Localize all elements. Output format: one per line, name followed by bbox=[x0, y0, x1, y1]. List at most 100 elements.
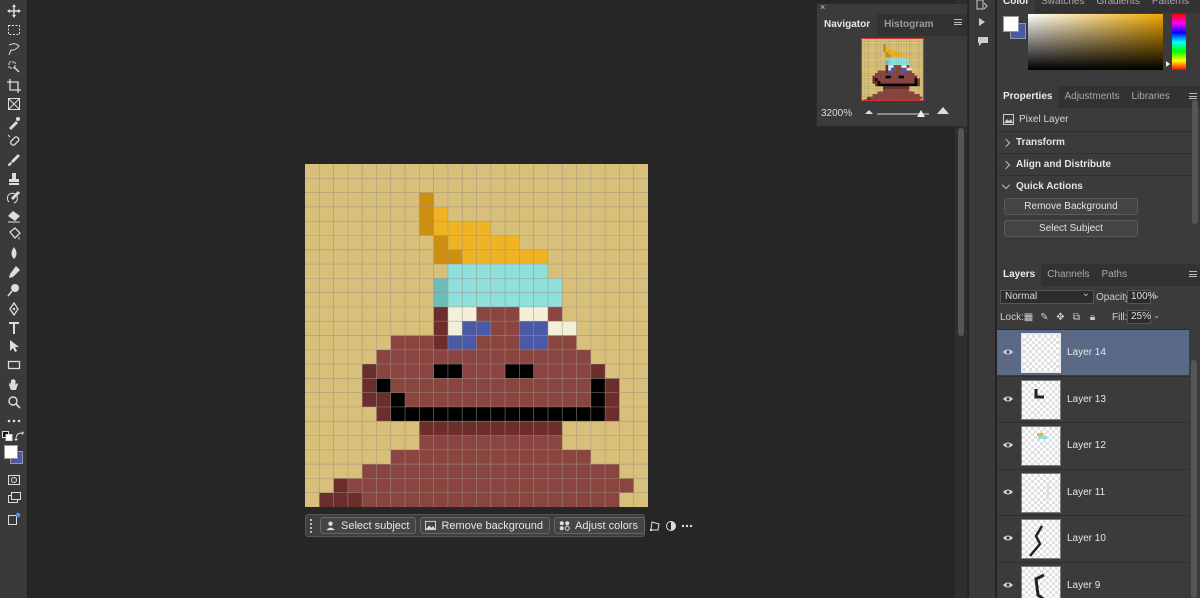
hand-icon[interactable] bbox=[5, 376, 23, 392]
healing-brush-icon[interactable] bbox=[5, 133, 23, 149]
lock-transparent-icon[interactable]: ▦ bbox=[1023, 312, 1034, 323]
layers-scrollbar[interactable] bbox=[1191, 360, 1197, 598]
panel-menu-icon[interactable] bbox=[1189, 271, 1197, 277]
layer-name[interactable]: Layer 9 bbox=[1067, 580, 1100, 591]
fill-dropdown-icon[interactable]: ⌄ bbox=[1151, 310, 1162, 324]
zoom-icon[interactable] bbox=[5, 394, 23, 410]
close-icon[interactable]: × bbox=[820, 2, 825, 12]
actions-icon[interactable] bbox=[977, 17, 987, 27]
tab-histogram[interactable]: Histogram bbox=[877, 14, 940, 36]
crop-icon[interactable] bbox=[5, 78, 23, 94]
layer-row[interactable]: Layer 11 bbox=[997, 468, 1189, 515]
visibility-eye-icon[interactable] bbox=[1003, 534, 1013, 542]
pen-icon[interactable] bbox=[5, 301, 23, 317]
visibility-eye-icon[interactable] bbox=[1003, 395, 1013, 403]
clone-stamp-icon[interactable] bbox=[5, 171, 23, 187]
select-subject-button[interactable]: Select subject bbox=[320, 517, 417, 534]
navigator-preview[interactable] bbox=[861, 38, 924, 101]
tab-layers[interactable]: Layers bbox=[997, 264, 1042, 286]
layer-thumbnail[interactable] bbox=[1021, 519, 1061, 559]
hue-slider[interactable] bbox=[1172, 14, 1186, 70]
more-tools-icon[interactable] bbox=[5, 413, 23, 429]
tab-navigator[interactable]: Navigator bbox=[817, 14, 878, 36]
layer-row[interactable]: Layer 14 bbox=[997, 329, 1189, 375]
mask-icon[interactable] bbox=[665, 517, 677, 534]
tab-properties[interactable]: Properties bbox=[997, 86, 1059, 108]
tab-adjustments[interactable]: Adjustments bbox=[1058, 86, 1125, 108]
layer-thumbnail[interactable] bbox=[1021, 379, 1061, 420]
opacity-dropdown-icon[interactable]: ⌄ bbox=[1151, 290, 1162, 304]
visibility-eye-icon[interactable] bbox=[1003, 348, 1013, 356]
document-canvas[interactable] bbox=[305, 164, 648, 507]
layer-row[interactable]: Layer 9 bbox=[997, 561, 1189, 598]
dodge-icon[interactable] bbox=[5, 282, 23, 298]
zoom-in-icon[interactable] bbox=[937, 107, 949, 114]
fill-input[interactable]: 25% bbox=[1127, 310, 1151, 324]
layer-thumbnail[interactable] bbox=[1021, 426, 1061, 466]
lasso-icon[interactable] bbox=[5, 41, 23, 57]
screen-mode-icon[interactable] bbox=[5, 490, 23, 506]
default-colors-icon[interactable] bbox=[2, 431, 14, 441]
layer-row[interactable]: Layer 13 bbox=[997, 375, 1189, 422]
generative-fill-icon[interactable] bbox=[5, 511, 23, 527]
taskbar-grip-handle[interactable] bbox=[310, 518, 312, 533]
panel-menu-icon[interactable] bbox=[954, 19, 962, 25]
smudge-icon[interactable] bbox=[5, 264, 23, 280]
layer-name[interactable]: Layer 14 bbox=[1067, 347, 1106, 358]
properties-scrollbar[interactable] bbox=[1192, 100, 1198, 224]
hue-slider-thumb[interactable] bbox=[1166, 61, 1170, 67]
brush-icon[interactable] bbox=[5, 152, 23, 168]
lock-image-icon[interactable]: ✎ bbox=[1039, 312, 1050, 323]
scrollbar-thumb[interactable] bbox=[958, 128, 964, 336]
paint-bucket-icon[interactable] bbox=[5, 226, 23, 242]
foreground-color-swatch[interactable] bbox=[4, 445, 18, 459]
layer-thumbnail[interactable] bbox=[1021, 333, 1061, 373]
rectangle-icon[interactable] bbox=[5, 357, 23, 373]
swap-colors-icon[interactable] bbox=[14, 431, 24, 441]
layer-row[interactable]: Layer 10 bbox=[997, 515, 1189, 561]
tab-color[interactable]: Color bbox=[997, 0, 1036, 13]
lock-artboard-icon[interactable]: ⧉ bbox=[1071, 312, 1082, 323]
layer-name[interactable]: Layer 12 bbox=[1067, 440, 1106, 451]
select-subject-button[interactable]: Select Subject bbox=[1004, 220, 1138, 237]
tab-channels[interactable]: Channels bbox=[1041, 264, 1095, 286]
opacity-input[interactable]: 100% bbox=[1127, 290, 1157, 304]
eyedropper-icon[interactable] bbox=[5, 115, 23, 131]
adjust-colors-button[interactable]: Adjust colors bbox=[554, 517, 645, 534]
frame-icon[interactable] bbox=[5, 96, 23, 112]
more-options-icon[interactable] bbox=[681, 517, 693, 534]
quick-mask-icon[interactable] bbox=[5, 472, 23, 488]
foreground-color-swatch[interactable] bbox=[1003, 16, 1019, 32]
section-align-distribute[interactable]: Align and Distribute bbox=[997, 153, 1192, 175]
comments-icon[interactable] bbox=[977, 36, 989, 47]
blend-mode-select[interactable]: Normal bbox=[1000, 288, 1094, 304]
layer-name[interactable]: Layer 13 bbox=[1067, 394, 1106, 405]
layer-name[interactable]: Layer 11 bbox=[1067, 487, 1105, 498]
visibility-eye-icon[interactable] bbox=[1003, 581, 1013, 589]
layer-row[interactable]: Layer 12 bbox=[997, 422, 1189, 468]
visibility-eye-icon[interactable] bbox=[1003, 441, 1013, 449]
navigator-zoom-level[interactable]: 3200% bbox=[821, 108, 852, 119]
section-transform[interactable]: Transform bbox=[997, 131, 1192, 153]
marquee-icon[interactable] bbox=[5, 22, 23, 38]
remove-background-button[interactable]: Remove background bbox=[420, 517, 550, 534]
path-select-icon[interactable] bbox=[5, 338, 23, 354]
move-icon[interactable] bbox=[5, 3, 23, 19]
tab-paths[interactable]: Paths bbox=[1096, 264, 1134, 286]
layer-thumbnail[interactable] bbox=[1021, 472, 1061, 513]
color-picker-field[interactable] bbox=[1028, 14, 1163, 70]
tab-gradients[interactable]: Gradients bbox=[1090, 0, 1145, 13]
remove-background-button[interactable]: Remove Background bbox=[1004, 198, 1138, 215]
tab-swatches[interactable]: Swatches bbox=[1035, 0, 1090, 13]
type-icon[interactable] bbox=[5, 320, 23, 336]
history-icon[interactable] bbox=[976, 0, 988, 12]
layer-name[interactable]: Layer 10 bbox=[1067, 533, 1106, 544]
history-brush-icon[interactable] bbox=[5, 189, 23, 205]
transform-icon[interactable] bbox=[649, 517, 661, 534]
lock-all-icon[interactable]: 🔒︎ bbox=[1087, 312, 1098, 323]
object-select-icon[interactable] bbox=[5, 59, 23, 75]
tab-patterns[interactable]: Patterns bbox=[1146, 0, 1195, 13]
zoom-out-icon[interactable] bbox=[865, 110, 873, 114]
layer-thumbnail[interactable] bbox=[1021, 565, 1061, 598]
blur-icon[interactable] bbox=[5, 245, 23, 261]
